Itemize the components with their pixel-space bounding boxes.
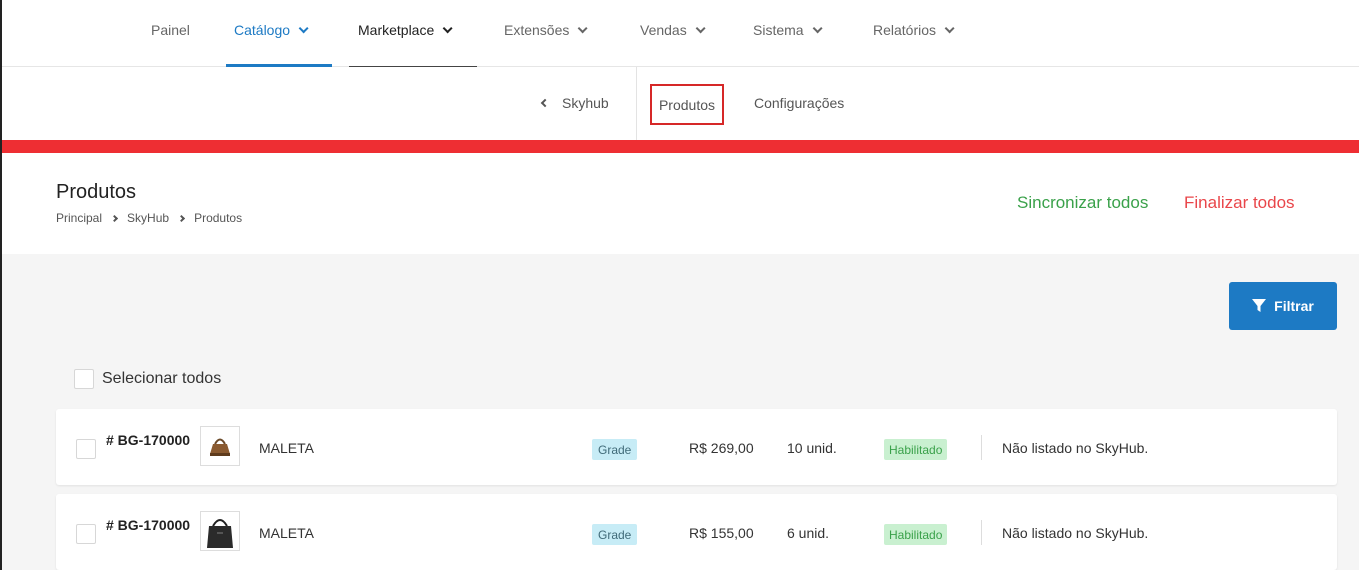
handbag-black-image <box>207 519 233 548</box>
product-row[interactable]: # BG-170000 MALETA Grade R$ 155,00 6 uni… <box>56 494 1337 570</box>
nav-item-vendas[interactable]: Vendas <box>640 22 706 38</box>
sync-all-button[interactable]: Sincronizar todos <box>1017 193 1148 213</box>
nav-item-label: Sistema <box>753 22 804 38</box>
chevron-down-icon <box>695 22 706 33</box>
brand-bar <box>2 140 1359 153</box>
nav-item-label: Catálogo <box>234 22 291 38</box>
breadcrumb-item-principal[interactable]: Principal <box>56 211 102 225</box>
tab-label: Configurações <box>754 95 845 111</box>
product-sku: # BG-170000 <box>106 432 191 448</box>
select-all-label: Selecionar todos <box>102 370 222 387</box>
chevron-left-icon <box>540 98 550 108</box>
subnav-divider <box>636 67 637 140</box>
chevron-down-icon <box>442 22 453 33</box>
breadcrumb: Principal SkyHub Produtos <box>56 211 242 225</box>
chevron-down-icon <box>944 22 955 33</box>
row-divider <box>981 435 982 460</box>
nav-item-label: Marketplace <box>358 22 435 38</box>
nav-item-label: Extensões <box>504 22 570 38</box>
row-checkbox[interactable] <box>76 524 96 544</box>
breadcrumb-item-skyhub[interactable]: SkyHub <box>127 211 169 225</box>
top-navigation: Painel Catálogo Marketplace Extensões Ve… <box>2 0 1359 67</box>
select-all[interactable]: Selecionar todos <box>74 369 221 389</box>
select-all-checkbox[interactable] <box>74 369 94 389</box>
back-to-skyhub-link[interactable]: Skyhub <box>540 95 609 111</box>
breadcrumb-item-produtos: Produtos <box>194 211 243 225</box>
product-stock: 10 unid. <box>787 440 837 456</box>
nav-item-extensoes[interactable]: Extensões <box>504 22 588 38</box>
status-badge: Habilitado <box>884 439 948 460</box>
nav-item-sistema[interactable]: Sistema <box>753 22 823 38</box>
row-checkbox[interactable] <box>76 439 96 459</box>
product-row[interactable]: # BG-170000 MALETA Grade R$ 269,00 10 un… <box>56 409 1337 485</box>
filter-label: Filtrar <box>1274 298 1314 314</box>
filter-button[interactable]: Filtrar <box>1229 282 1337 330</box>
nav-item-catalogo[interactable]: Catálogo <box>234 22 309 38</box>
funnel-icon <box>1252 299 1267 312</box>
handbag-brown-image <box>210 438 230 456</box>
page-title: Produtos <box>56 181 137 203</box>
tab-produtos[interactable]: Produtos <box>650 84 724 125</box>
back-label: Skyhub <box>562 95 609 111</box>
nav-item-marketplace[interactable]: Marketplace <box>358 22 453 38</box>
chevron-down-icon <box>812 22 823 33</box>
product-sku: # BG-170000 <box>106 517 191 533</box>
product-price: R$ 155,00 <box>689 525 754 541</box>
product-type-badge: Grade <box>592 524 638 545</box>
product-stock: 6 unid. <box>787 525 830 541</box>
finish-all-button[interactable]: Finalizar todos <box>1184 193 1295 213</box>
status-badge: Habilitado <box>884 524 948 545</box>
nav-item-relatorios[interactable]: Relatórios <box>873 22 955 38</box>
chevron-down-icon <box>298 22 309 33</box>
listing-status: Não listado no SkyHub. <box>1002 525 1149 541</box>
app-frame: Painel Catálogo Marketplace Extensões Ve… <box>0 0 1359 570</box>
listing-status: Não listado no SkyHub. <box>1002 440 1149 456</box>
page-header: Produtos Principal SkyHub Produtos Sincr… <box>2 153 1359 254</box>
product-thumbnail <box>200 511 240 551</box>
row-divider <box>981 520 982 545</box>
product-price: R$ 269,00 <box>689 440 754 456</box>
nav-item-label: Painel <box>151 22 190 38</box>
nav-item-label: Vendas <box>640 22 687 38</box>
nav-item-painel[interactable]: Painel <box>151 22 190 38</box>
product-thumbnail <box>200 426 240 466</box>
nav-item-label: Relatórios <box>873 22 937 38</box>
tab-label: Produtos <box>658 96 716 113</box>
tab-configuracoes[interactable]: Configurações <box>754 95 844 111</box>
product-type-badge: Grade <box>592 439 638 460</box>
chevron-right-icon <box>110 214 119 222</box>
product-name: MALETA <box>259 525 314 541</box>
product-name: MALETA <box>259 440 314 456</box>
chevron-down-icon <box>578 22 588 33</box>
chevron-right-icon <box>178 214 186 222</box>
sub-navigation: Skyhub Produtos Configurações <box>2 67 1359 140</box>
